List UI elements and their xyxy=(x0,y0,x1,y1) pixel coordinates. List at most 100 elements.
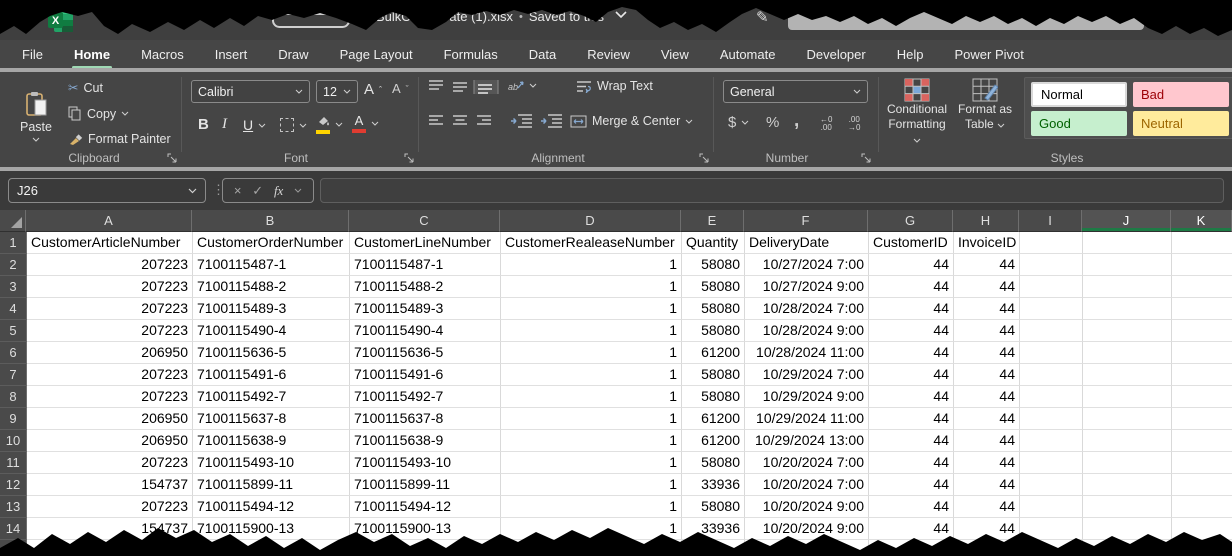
cell-K12[interactable] xyxy=(1172,474,1232,496)
cell-J2[interactable] xyxy=(1083,254,1172,276)
tab-file[interactable]: File xyxy=(20,43,45,66)
column-header-K[interactable]: K xyxy=(1171,210,1232,232)
cell-G6[interactable]: 44 xyxy=(869,342,954,364)
cancel-formula-icon[interactable]: × xyxy=(234,183,242,198)
cell-H9[interactable]: 44 xyxy=(954,408,1020,430)
cell-G14[interactable]: 44 xyxy=(869,518,954,540)
row-header-10[interactable]: 10 xyxy=(0,430,27,452)
wrap-text-button[interactable]: Wrap Text xyxy=(576,79,653,93)
cell-H6[interactable]: 44 xyxy=(954,342,1020,364)
tab-insert[interactable]: Insert xyxy=(213,43,250,66)
tab-formulas[interactable]: Formulas xyxy=(442,43,500,66)
cell-E1[interactable]: Quantity xyxy=(682,232,745,254)
cell-C9[interactable]: 7100115637-8 xyxy=(350,408,501,430)
column-header-D[interactable]: D xyxy=(500,210,681,232)
cell-F9[interactable]: 10/29/2024 11:00 xyxy=(745,408,869,430)
cell-D4[interactable]: 1 xyxy=(501,298,682,320)
comma-style-button[interactable]: , xyxy=(794,110,799,132)
copy-button[interactable]: Copy xyxy=(68,106,129,121)
tab-view[interactable]: View xyxy=(659,43,691,66)
tab-help[interactable]: Help xyxy=(895,43,926,66)
cell-G2[interactable]: 44 xyxy=(869,254,954,276)
insert-function-icon[interactable]: fx xyxy=(274,183,283,199)
cell-B13[interactable]: 7100115494-12 xyxy=(193,496,350,518)
cell-H3[interactable]: 44 xyxy=(954,276,1020,298)
tab-draw[interactable]: Draw xyxy=(276,43,310,66)
cell-A10[interactable]: 206950 xyxy=(27,430,193,452)
cell-K6[interactable] xyxy=(1172,342,1232,364)
font-name-combo[interactable]: Calibri xyxy=(191,80,310,103)
cell-G10[interactable]: 44 xyxy=(869,430,954,452)
bold-button[interactable]: B xyxy=(198,116,209,133)
cell-I15[interactable] xyxy=(1020,540,1083,556)
cell-J4[interactable] xyxy=(1083,298,1172,320)
cell-A5[interactable]: 207223 xyxy=(27,320,193,342)
cell-D11[interactable]: 1 xyxy=(501,452,682,474)
cell-H1[interactable]: InvoiceID xyxy=(954,232,1020,254)
row-header-5[interactable]: 5 xyxy=(0,320,27,342)
cell-H4[interactable]: 44 xyxy=(954,298,1020,320)
cell-style-normal[interactable]: Normal xyxy=(1031,82,1127,107)
increase-decimal-button[interactable]: ←0.00 xyxy=(820,116,832,132)
row-header-3[interactable]: 3 xyxy=(0,276,27,298)
cell-A4[interactable]: 207223 xyxy=(27,298,193,320)
horizontal-align-buttons[interactable] xyxy=(428,114,500,128)
cell-H14[interactable]: 44 xyxy=(954,518,1020,540)
cell-I2[interactable] xyxy=(1020,254,1083,276)
cell-C13[interactable]: 7100115494-12 xyxy=(350,496,501,518)
cut-button[interactable]: ✂ Cut xyxy=(68,80,103,95)
cell-C7[interactable]: 7100115491-6 xyxy=(350,364,501,386)
cell-E7[interactable]: 58080 xyxy=(682,364,745,386)
cell-G12[interactable]: 44 xyxy=(869,474,954,496)
cell-J8[interactable] xyxy=(1083,386,1172,408)
font-dialog-launcher-icon[interactable] xyxy=(404,153,414,163)
cell-H10[interactable]: 44 xyxy=(954,430,1020,452)
cell-D12[interactable]: 1 xyxy=(501,474,682,496)
cell-E14[interactable]: 33936 xyxy=(682,518,745,540)
percent-style-button[interactable]: % xyxy=(766,114,779,131)
cell-A8[interactable]: 207223 xyxy=(27,386,193,408)
row-header-12[interactable]: 12 xyxy=(0,474,27,496)
row-header-11[interactable]: 11 xyxy=(0,452,27,474)
cell-D14[interactable]: 1 xyxy=(501,518,682,540)
row-header-1[interactable]: 1 xyxy=(0,232,27,254)
cell-B15[interactable] xyxy=(193,540,350,556)
cell-D13[interactable]: 1 xyxy=(501,496,682,518)
cell-I9[interactable] xyxy=(1020,408,1083,430)
cell-F12[interactable]: 10/20/2024 7:00 xyxy=(745,474,869,496)
cell-C4[interactable]: 7100115489-3 xyxy=(350,298,501,320)
row-header-6[interactable]: 6 xyxy=(0,342,27,364)
tab-review[interactable]: Review xyxy=(585,43,632,66)
cell-J14[interactable] xyxy=(1083,518,1172,540)
cell-G4[interactable]: 44 xyxy=(869,298,954,320)
cell-G13[interactable]: 44 xyxy=(869,496,954,518)
cell-E2[interactable]: 58080 xyxy=(682,254,745,276)
cell-E15[interactable] xyxy=(682,540,745,556)
cell-J13[interactable] xyxy=(1083,496,1172,518)
cell-J11[interactable] xyxy=(1083,452,1172,474)
cell-G3[interactable]: 44 xyxy=(869,276,954,298)
column-header-B[interactable]: B xyxy=(192,210,349,232)
row-header-15[interactable]: 15 xyxy=(0,540,27,556)
formula-input[interactable] xyxy=(320,178,1224,203)
tab-page-layout[interactable]: Page Layout xyxy=(338,43,415,66)
cell-A15[interactable] xyxy=(27,540,193,556)
cell-B1[interactable]: CustomerOrderNumber xyxy=(193,232,350,254)
column-header-G[interactable]: G xyxy=(868,210,953,232)
cell-K10[interactable] xyxy=(1172,430,1232,452)
tab-automate[interactable]: Automate xyxy=(718,43,778,66)
cell-A2[interactable]: 207223 xyxy=(27,254,193,276)
cell-B7[interactable]: 7100115491-6 xyxy=(193,364,350,386)
merge-center-button[interactable]: Merge & Center xyxy=(570,114,693,128)
cell-I12[interactable] xyxy=(1020,474,1083,496)
cell-I10[interactable] xyxy=(1020,430,1083,452)
cell-C1[interactable]: CustomerLineNumber xyxy=(350,232,501,254)
font-size-combo[interactable]: 12 xyxy=(316,80,358,103)
paste-button[interactable]: Paste xyxy=(12,78,60,154)
row-header-7[interactable]: 7 xyxy=(0,364,27,386)
cell-J3[interactable] xyxy=(1083,276,1172,298)
cell-D1[interactable]: CustomerRealeaseNumber xyxy=(501,232,682,254)
cell-A14[interactable]: 154737 xyxy=(27,518,193,540)
enter-formula-icon[interactable]: ✓ xyxy=(252,183,263,199)
cell-F14[interactable]: 10/20/2024 9:00 xyxy=(745,518,869,540)
